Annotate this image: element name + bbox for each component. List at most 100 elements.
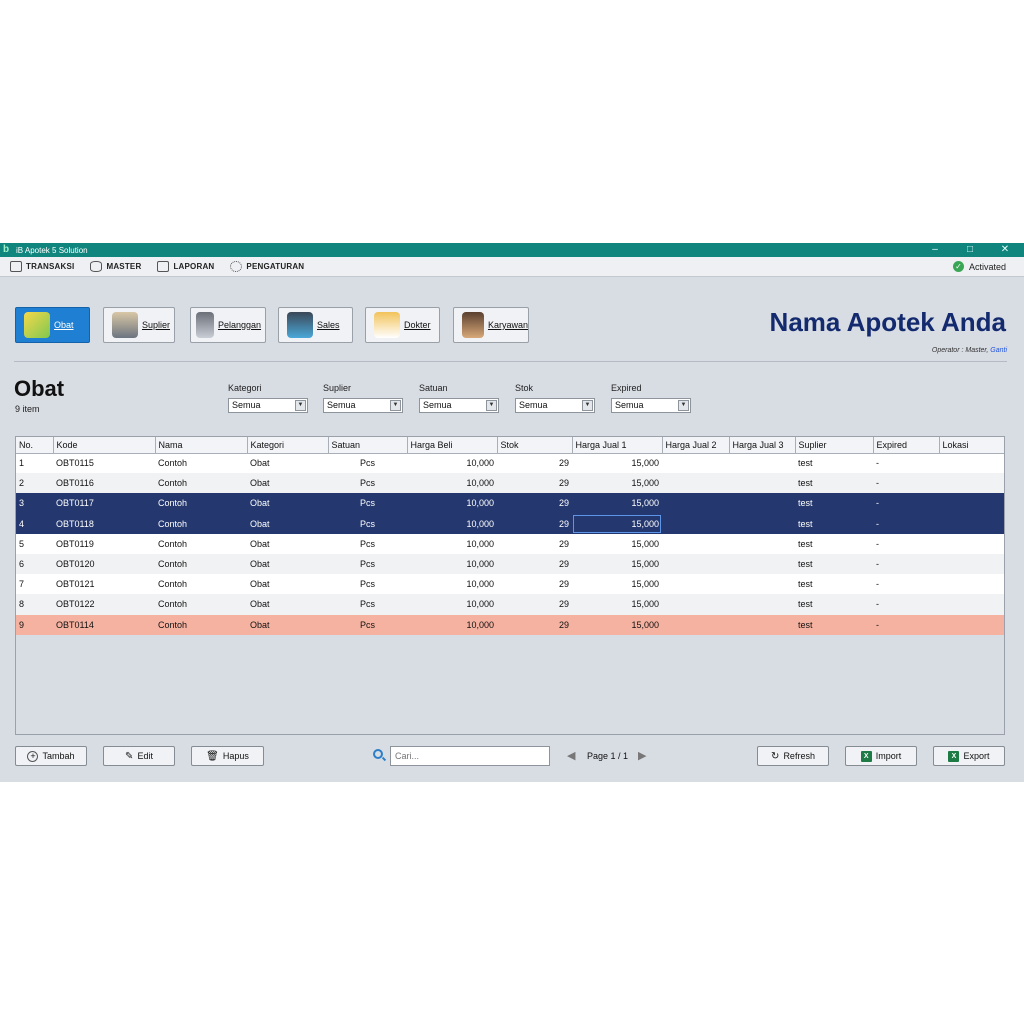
cell-harga-jual-2[interactable] [662, 594, 729, 614]
cell-harga-jual-3[interactable] [729, 574, 795, 594]
module-karyawan-button[interactable]: Karyawan [453, 307, 529, 343]
cell-harga-jual-1[interactable]: 15,000 [572, 473, 662, 493]
minimize-button[interactable]: – [920, 243, 950, 257]
column-header[interactable]: Harga Beli [407, 437, 498, 454]
table-row[interactable]: 1 OBT0115 Contoh Obat Pcs 10,000 29 15,000 test - [16, 453, 1004, 474]
cell-no[interactable]: 6 [16, 554, 53, 574]
maximize-button[interactable]: □ [955, 243, 985, 257]
cell-lokasi[interactable] [939, 493, 1004, 513]
column-header[interactable]: Lokasi [939, 437, 1004, 454]
refresh-button[interactable]: ↻ Refresh [757, 746, 829, 766]
dropdown-arrow-icon[interactable]: ▼ [295, 400, 306, 411]
import-button[interactable]: X Import [845, 746, 917, 766]
cell-kode[interactable]: OBT0122 [53, 594, 155, 614]
cell-kategori[interactable]: Obat [247, 534, 328, 554]
cell-harga-beli[interactable]: 10,000 [407, 473, 497, 493]
cell-harga-jual-3[interactable] [729, 514, 795, 534]
cell-stok[interactable]: 29 [497, 615, 572, 635]
cell-expired[interactable]: - [873, 453, 939, 473]
cell-kode[interactable]: OBT0120 [53, 554, 155, 574]
dropdown-arrow-icon[interactable]: ▼ [582, 400, 593, 411]
table-row[interactable]: 6 OBT0120 Contoh Obat Pcs 10,000 29 15,000 test - [16, 553, 1004, 575]
cell-satuan[interactable]: Pcs [328, 554, 407, 574]
cell-kategori[interactable]: Obat [247, 554, 328, 574]
table-row[interactable]: 4 OBT0118 Contoh Obat Pcs 10,000 29 15,000 test - [16, 513, 1004, 534]
cell-expired[interactable]: - [873, 514, 939, 534]
cell-harga-jual-1[interactable]: 15,000 [572, 554, 662, 574]
module-pelanggan-button[interactable]: Pelanggan [190, 307, 266, 343]
cell-satuan[interactable]: Pcs [328, 574, 407, 594]
cell-suplier[interactable]: test [795, 594, 873, 614]
cell-lokasi[interactable] [939, 594, 1004, 614]
menu-pengaturan[interactable]: PENGATURAN [230, 261, 304, 272]
cell-suplier[interactable]: test [795, 473, 873, 493]
cell-kode[interactable]: OBT0121 [53, 574, 155, 594]
column-header[interactable]: Harga Jual 1 [572, 437, 663, 454]
cell-harga-jual-3[interactable] [729, 493, 795, 513]
filter-expired-select[interactable]: Semua ▼ [611, 398, 691, 413]
module-dokter-button[interactable]: Dokter [365, 307, 440, 343]
cell-expired[interactable]: - [873, 574, 939, 594]
cell-kategori[interactable]: Obat [247, 615, 328, 635]
cell-satuan[interactable]: Pcs [328, 453, 407, 473]
add-button[interactable]: + Tambah [15, 746, 87, 766]
cell-harga-jual-3[interactable] [729, 534, 795, 554]
cell-harga-beli[interactable]: 10,000 [407, 615, 497, 635]
cell-harga-jual-3[interactable] [729, 615, 795, 635]
dropdown-arrow-icon[interactable]: ▼ [678, 400, 689, 411]
search-input[interactable] [390, 746, 550, 766]
cell-harga-jual-1[interactable]: 15,000 [572, 493, 662, 513]
cell-lokasi[interactable] [939, 554, 1004, 574]
cell-harga-beli[interactable]: 10,000 [407, 493, 497, 513]
column-header[interactable]: Harga Jual 3 [729, 437, 796, 454]
cell-no[interactable]: 5 [16, 534, 53, 554]
cell-nama[interactable]: Contoh [155, 514, 247, 534]
column-header[interactable]: Kategori [247, 437, 329, 454]
cell-satuan[interactable]: Pcs [328, 493, 407, 513]
close-button[interactable]: ✕ [990, 243, 1020, 257]
filter-stok-select[interactable]: Semua ▼ [515, 398, 595, 413]
cell-lokasi[interactable] [939, 473, 1004, 493]
cell-satuan[interactable]: Pcs [328, 615, 407, 635]
cell-lokasi[interactable] [939, 453, 1004, 473]
column-header[interactable]: Kode [53, 437, 156, 454]
cell-nama[interactable]: Contoh [155, 594, 247, 614]
menu-master[interactable]: MASTER [90, 261, 141, 272]
cell-kategori[interactable]: Obat [247, 594, 328, 614]
column-header[interactable]: Harga Jual 2 [662, 437, 730, 454]
column-header[interactable]: Suplier [795, 437, 874, 454]
filter-satuan-select[interactable]: Semua ▼ [419, 398, 499, 413]
cell-expired[interactable]: - [873, 594, 939, 614]
cell-kategori[interactable]: Obat [247, 453, 328, 473]
cell-satuan[interactable]: Pcs [328, 534, 407, 554]
cell-suplier[interactable]: test [795, 574, 873, 594]
cell-stok[interactable]: 29 [497, 453, 572, 473]
column-header[interactable]: Nama [155, 437, 248, 454]
cell-nama[interactable]: Contoh [155, 574, 247, 594]
cell-no[interactable]: 8 [16, 594, 53, 614]
cell-kategori[interactable]: Obat [247, 473, 328, 493]
cell-satuan[interactable]: Pcs [328, 594, 407, 614]
filter-kategori-select[interactable]: Semua ▼ [228, 398, 308, 413]
cell-harga-beli[interactable]: 10,000 [407, 554, 497, 574]
cell-suplier[interactable]: test [795, 493, 873, 513]
change-operator-link[interactable]: Ganti [990, 347, 1007, 354]
cell-harga-beli[interactable]: 10,000 [407, 594, 497, 614]
cell-suplier[interactable]: test [795, 554, 873, 574]
cell-lokasi[interactable] [939, 514, 1004, 534]
cell-kode[interactable]: OBT0116 [53, 473, 155, 493]
menu-laporan[interactable]: LAPORAN [157, 261, 214, 272]
cell-kategori[interactable]: Obat [247, 493, 328, 513]
column-header[interactable]: Expired [873, 437, 940, 454]
cell-harga-jual-3[interactable] [729, 473, 795, 493]
filter-suplier-select[interactable]: Semua ▼ [323, 398, 403, 413]
edit-button[interactable]: ✎ Edit [103, 746, 175, 766]
cell-no[interactable]: 3 [16, 493, 53, 513]
cell-harga-jual-3[interactable] [729, 594, 795, 614]
cell-expired[interactable]: - [873, 473, 939, 493]
cell-nama[interactable]: Contoh [155, 534, 247, 554]
cell-harga-jual-2[interactable] [662, 534, 729, 554]
cell-suplier[interactable]: test [795, 534, 873, 554]
cell-kategori[interactable]: Obat [247, 514, 328, 534]
cell-no[interactable]: 9 [16, 615, 53, 635]
